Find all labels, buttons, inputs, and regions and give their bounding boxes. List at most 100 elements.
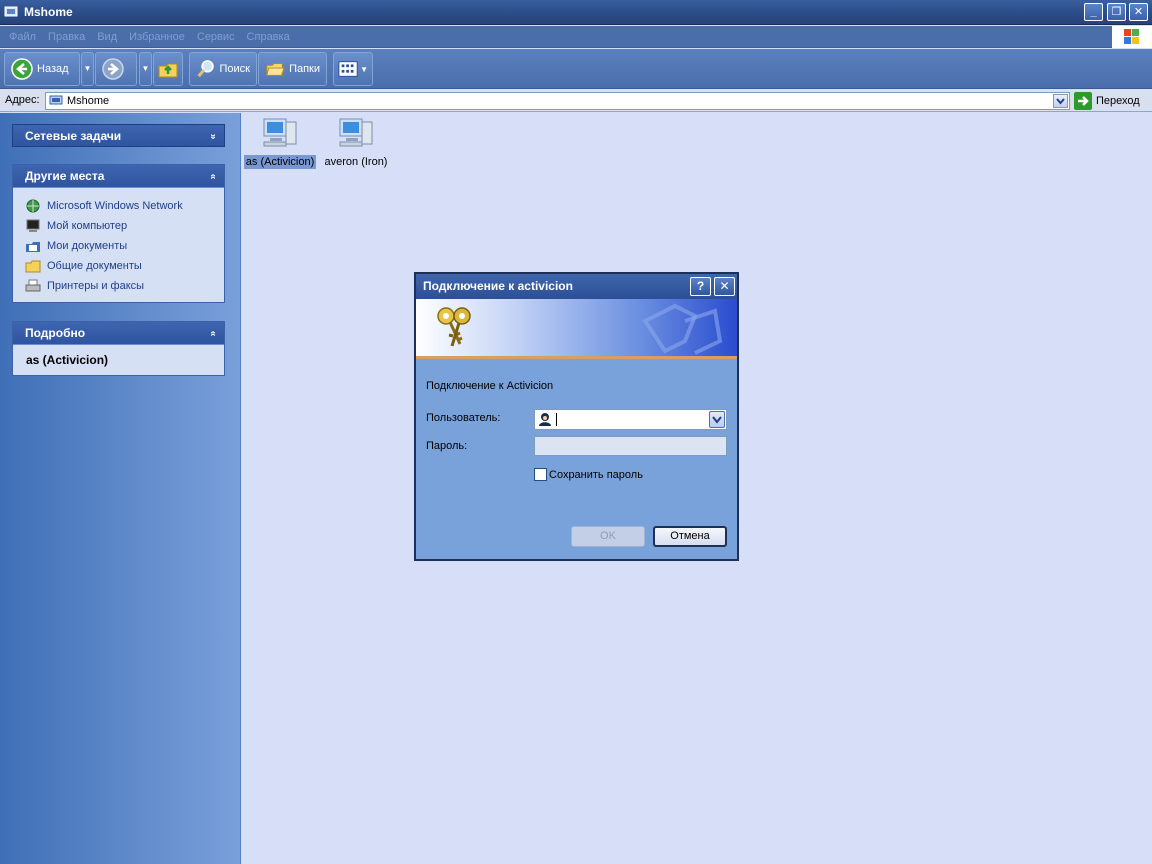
computer-label: averon (Iron) <box>324 156 388 168</box>
shared-folder-icon <box>25 260 41 273</box>
back-label: Назад <box>37 63 69 75</box>
search-label: Поиск <box>219 63 250 75</box>
menu-bar: Файл Правка Вид Избранное Сервис Справка <box>0 26 1152 48</box>
back-button[interactable]: Назад <box>4 52 80 86</box>
back-arrow-icon <box>11 58 33 80</box>
save-password-label[interactable]: Сохранить пароль <box>549 469 643 481</box>
menu-help[interactable]: Справка <box>241 26 296 48</box>
folders-icon <box>266 63 285 76</box>
text-caret <box>556 413 557 426</box>
address-value: Mshome <box>67 95 110 107</box>
user-icon <box>539 413 551 426</box>
ok-button[interactable]: OK <box>571 526 645 547</box>
place-label: Принтеры и факсы <box>47 280 145 292</box>
cancel-button[interactable]: Отмена <box>653 526 727 547</box>
folders-label: Папки <box>289 63 320 75</box>
place-label: Мой компьютер <box>47 220 128 232</box>
network-folder-icon <box>4 6 18 17</box>
computer-item-averon[interactable]: averon (Iron) <box>318 116 394 169</box>
up-folder-icon <box>158 63 178 78</box>
views-dropdown-icon: ▼ <box>360 64 368 74</box>
network-folder-icon <box>49 95 63 105</box>
views-button[interactable]: ▼ <box>333 52 373 86</box>
minimize-button[interactable]: _ <box>1084 3 1103 21</box>
password-label: Пароль: <box>426 440 468 452</box>
network-computer-icon <box>263 118 297 147</box>
menu-favorites[interactable]: Избранное <box>123 26 191 48</box>
back-dropdown[interactable]: ▼ <box>81 52 94 86</box>
menu-view[interactable]: Вид <box>91 26 123 48</box>
up-folder-button[interactable] <box>153 52 183 86</box>
my-documents-icon <box>26 242 40 252</box>
address-input[interactable]: Mshome <box>45 92 1070 110</box>
search-button[interactable]: Поиск <box>189 52 257 86</box>
user-dropdown-button[interactable] <box>709 411 725 428</box>
banner-watermark-icon <box>642 303 723 355</box>
other-places-header[interactable]: Другие места « <box>13 165 224 188</box>
menu-tools[interactable]: Сервис <box>191 26 241 48</box>
address-dropdown-button[interactable] <box>1053 94 1068 108</box>
place-printers-faxes[interactable]: Принтеры и факсы <box>25 276 224 296</box>
computer-item-as[interactable]: as (Activicion) <box>242 116 318 169</box>
go-button[interactable]: Переход <box>1074 91 1150 111</box>
network-globe-icon <box>26 199 40 213</box>
password-input[interactable] <box>534 436 727 456</box>
windows-logo <box>1112 26 1152 48</box>
chevron-down-icon <box>712 416 722 424</box>
place-label: Microsoft Windows Network <box>47 200 183 212</box>
search-icon <box>197 60 214 78</box>
window-titlebar[interactable]: Mshome _ ❐ ✕ <box>0 0 1152 25</box>
dialog-help-button[interactable]: ? <box>690 277 711 296</box>
place-shared-documents[interactable]: Общие документы <box>25 256 224 276</box>
network-tasks-panel: Сетевые задачи » <box>12 124 225 147</box>
window-title: Mshome <box>24 5 73 19</box>
address-bar: Адрес: Mshome Переход <box>0 90 1152 112</box>
dialog-banner <box>416 299 737 359</box>
place-my-computer[interactable]: Мой компьютер <box>25 216 224 236</box>
place-windows-network[interactable]: Microsoft Windows Network <box>25 196 224 216</box>
printer-icon <box>25 279 41 292</box>
place-my-documents[interactable]: Мои документы <box>25 236 224 256</box>
forward-arrow-icon <box>102 58 124 80</box>
place-label: Мои документы <box>47 240 128 252</box>
toolbar: Назад ▼ ▼ Поиск Папки ▼ <box>0 49 1152 89</box>
dialog-title: Подключение к activicion <box>423 279 573 293</box>
network-computer-icon <box>339 118 373 147</box>
go-arrow-icon <box>1074 92 1092 110</box>
details-header[interactable]: Подробно « <box>13 322 224 345</box>
views-icon <box>338 61 358 77</box>
keys-icon <box>437 307 471 347</box>
dialog-titlebar[interactable]: Подключение к activicion ? ✕ <box>416 274 737 299</box>
chevron-down-icon <box>1056 98 1065 105</box>
dialog-close-button[interactable]: ✕ <box>714 277 735 296</box>
other-places-panel: Другие места « Microsoft Windows Network… <box>12 164 225 303</box>
task-pane: Сетевые задачи » Другие места « Microsof… <box>0 113 241 864</box>
user-combobox[interactable] <box>534 409 727 430</box>
folders-button[interactable]: Папки <box>258 52 327 86</box>
expand-chevron-icon: » <box>207 133 219 140</box>
menu-file[interactable]: Файл <box>0 26 42 48</box>
network-tasks-header[interactable]: Сетевые задачи » <box>12 124 225 147</box>
network-tasks-title: Сетевые задачи <box>25 129 122 143</box>
forward-dropdown[interactable]: ▼ <box>139 52 152 86</box>
menu-edit[interactable]: Правка <box>42 26 91 48</box>
computer-label: as (Activicion) <box>243 155 317 169</box>
connect-text: Подключение к Activicion <box>426 380 554 392</box>
my-computer-icon <box>26 219 40 232</box>
details-panel: Подробно « as (Activicion) <box>12 321 225 376</box>
place-label: Общие документы <box>47 260 142 272</box>
close-button[interactable]: ✕ <box>1129 3 1148 21</box>
collapse-chevron-icon: « <box>207 173 219 180</box>
forward-button[interactable] <box>95 52 137 86</box>
details-value: as (Activicion) <box>13 345 224 375</box>
connect-dialog: Подключение к activicion ? ✕ Подключение… <box>414 272 739 561</box>
collapse-chevron-icon: « <box>207 330 219 337</box>
details-title: Подробно <box>25 326 86 340</box>
address-label: Адрес: <box>5 94 40 106</box>
other-places-list: Microsoft Windows Network Мой компьютер … <box>13 188 224 302</box>
maximize-button[interactable]: ❐ <box>1107 3 1126 21</box>
user-label: Пользователь: <box>426 412 501 424</box>
other-places-title: Другие места <box>25 169 105 183</box>
save-password-checkbox[interactable] <box>534 468 547 481</box>
windows-flag-icon <box>1124 29 1139 44</box>
